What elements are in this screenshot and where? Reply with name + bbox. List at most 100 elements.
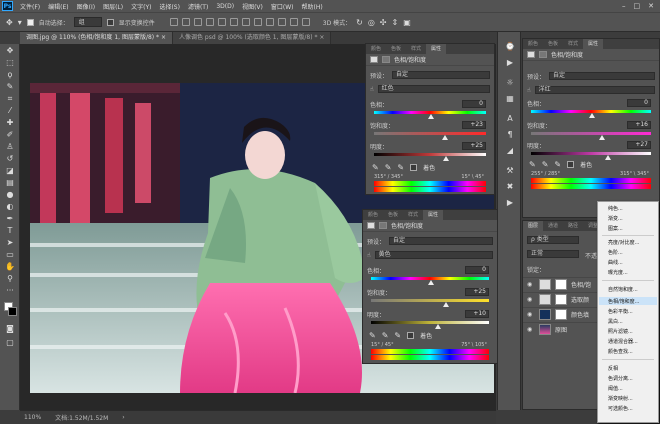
menu-layer[interactable]: 图层(L) bbox=[99, 2, 127, 11]
layer-filter-dropdown[interactable]: ρ 类型 bbox=[527, 236, 579, 244]
menu-item-threshold[interactable]: 阈值... bbox=[608, 385, 623, 392]
menu-item-posterize[interactable]: 色调分离... bbox=[608, 375, 633, 382]
close-window-button[interactable]: ✕ bbox=[648, 2, 654, 10]
show-transform-checkbox[interactable] bbox=[106, 18, 114, 26]
menu-edit[interactable]: 编辑(E) bbox=[44, 2, 72, 11]
saturation-value-input[interactable]: +25 bbox=[465, 288, 489, 296]
zoom-level[interactable]: 110% bbox=[24, 414, 41, 421]
pen-tool-icon[interactable]: ✒ bbox=[5, 214, 15, 223]
eyedropper-icon[interactable]: ✎ bbox=[372, 163, 379, 172]
quick-mask-icon[interactable]: ◙ bbox=[5, 324, 15, 333]
tab-color[interactable]: 颜色 bbox=[523, 39, 543, 49]
hue-slider-thumb[interactable] bbox=[428, 114, 434, 119]
menu-item-pattern[interactable]: 图案... bbox=[608, 225, 623, 232]
styles-icon[interactable]: ▦ bbox=[504, 94, 516, 104]
gradient-tool-icon[interactable]: ▤ bbox=[5, 178, 15, 187]
layer-mask-thumbnail[interactable] bbox=[555, 279, 567, 290]
tab-styles[interactable]: 样式 bbox=[406, 44, 426, 54]
timeline-icon[interactable]: ▶ bbox=[504, 198, 516, 208]
align-right-icon[interactable] bbox=[229, 18, 238, 26]
tab-channels[interactable]: 通道 bbox=[543, 221, 563, 231]
screen-mode-icon[interactable]: ▢ bbox=[5, 338, 15, 347]
eyedropper-subtract-icon[interactable]: ✎ bbox=[397, 163, 404, 172]
menu-item-gradient-map[interactable]: 渐变映射... bbox=[608, 395, 633, 402]
tab-paths[interactable]: 路径 bbox=[563, 221, 583, 231]
tab-swatches[interactable]: 色板 bbox=[386, 44, 406, 54]
menu-item-hue-saturation[interactable]: 色相/饱和度... bbox=[608, 298, 639, 305]
saturation-value-input[interactable]: +16 bbox=[627, 121, 651, 129]
mask-icon[interactable] bbox=[539, 51, 547, 58]
menu-select[interactable]: 选择(S) bbox=[155, 2, 184, 11]
hue-slider-thumb[interactable] bbox=[589, 113, 595, 118]
eyedropper-icon[interactable]: ✎ bbox=[529, 160, 536, 169]
tab-properties[interactable]: 属性 bbox=[423, 210, 444, 220]
menu-item-exposure[interactable]: 曝光度... bbox=[608, 269, 628, 276]
brush-tool-icon[interactable]: ✐ bbox=[5, 130, 15, 139]
brush-settings-icon[interactable]: ◢ bbox=[504, 146, 516, 156]
menu-item-curves[interactable]: 曲线... bbox=[608, 259, 623, 266]
quick-select-tool-icon[interactable]: ✎ bbox=[5, 82, 15, 91]
lightness-slider-thumb[interactable] bbox=[605, 155, 611, 160]
visibility-eye-icon[interactable]: ◉ bbox=[527, 311, 535, 318]
hue-value-input[interactable]: 0 bbox=[465, 266, 489, 274]
distribute-vcenter-icon[interactable] bbox=[253, 18, 262, 26]
layer-name[interactable]: 色相/饱 bbox=[571, 280, 591, 289]
hand-icon[interactable]: ☝ bbox=[527, 87, 531, 94]
lightness-slider-thumb[interactable] bbox=[435, 324, 441, 329]
eyedropper-subtract-icon[interactable]: ✎ bbox=[554, 160, 561, 169]
saturation-slider-thumb[interactable] bbox=[443, 302, 449, 307]
clone-stamp-tool-icon[interactable]: ♙ bbox=[5, 142, 15, 151]
type-tool-icon[interactable]: T bbox=[5, 226, 15, 235]
move-tool-icon[interactable]: ✥ bbox=[6, 18, 13, 27]
tab-properties[interactable]: 属性 bbox=[583, 39, 604, 49]
tab-layers[interactable]: 图层 bbox=[523, 221, 544, 231]
layer-mask-thumbnail[interactable] bbox=[555, 294, 567, 305]
menu-file[interactable]: 文件(F) bbox=[16, 2, 44, 11]
menu-item-levels[interactable]: 色阶... bbox=[608, 249, 623, 256]
layer-name[interactable]: 选取颜 bbox=[571, 295, 589, 304]
3d-orbit-icon[interactable]: ↻ bbox=[356, 18, 363, 27]
menu-item-invert[interactable]: 反相 bbox=[608, 365, 618, 372]
tab-properties[interactable]: 属性 bbox=[426, 44, 447, 54]
eyedropper-add-icon[interactable]: ✎ bbox=[385, 163, 392, 172]
color-range-bar[interactable] bbox=[371, 349, 489, 354]
menu-filter[interactable]: 滤镜(T) bbox=[184, 2, 212, 11]
minimize-button[interactable]: – bbox=[622, 2, 626, 10]
clone-source-icon[interactable]: ✖ bbox=[504, 182, 516, 192]
menu-image[interactable]: 图像(I) bbox=[73, 2, 99, 11]
lightness-value-input[interactable]: +10 bbox=[465, 310, 489, 318]
dodge-tool-icon[interactable]: ◐ bbox=[5, 202, 15, 211]
tab-styles[interactable]: 样式 bbox=[403, 210, 423, 220]
lightness-slider-thumb[interactable] bbox=[443, 156, 449, 161]
saturation-slider-thumb[interactable] bbox=[442, 135, 448, 140]
align-bottom-icon[interactable] bbox=[193, 18, 202, 26]
colorize-checkbox[interactable] bbox=[567, 160, 575, 168]
actions-icon[interactable]: ▶ bbox=[504, 58, 516, 68]
preset-dropdown[interactable]: 自定 bbox=[389, 237, 493, 245]
menu-item-black-white[interactable]: 黑白... bbox=[608, 318, 623, 325]
eraser-tool-icon[interactable]: ◪ bbox=[5, 166, 15, 175]
character-icon[interactable]: A bbox=[504, 114, 516, 124]
3d-scale-icon[interactable]: ▣ bbox=[403, 18, 411, 27]
tab-color[interactable]: 颜色 bbox=[366, 44, 386, 54]
visibility-eye-icon[interactable]: ◉ bbox=[527, 326, 535, 333]
3d-pan-icon[interactable]: ✣ bbox=[380, 18, 387, 27]
visibility-eye-icon[interactable]: ◉ bbox=[527, 296, 535, 303]
menu-item-solid-color[interactable]: 纯色... bbox=[608, 205, 623, 212]
hand-icon[interactable]: ☝ bbox=[370, 86, 374, 93]
lightness-value-input[interactable]: +27 bbox=[627, 141, 651, 149]
maximize-button[interactable]: □ bbox=[634, 2, 641, 10]
colorize-checkbox[interactable] bbox=[410, 163, 418, 171]
auto-select-dropdown[interactable]: 组 bbox=[73, 17, 102, 27]
blur-tool-icon[interactable]: ● bbox=[5, 190, 15, 199]
tab-swatches[interactable]: 色板 bbox=[383, 210, 403, 220]
lightness-slider[interactable] bbox=[531, 152, 651, 155]
3d-slide-icon[interactable]: ⇕ bbox=[392, 18, 399, 27]
distribute-bottom-icon[interactable] bbox=[265, 18, 274, 26]
hue-value-input[interactable]: 0 bbox=[462, 100, 486, 108]
channel-dropdown[interactable]: 黄色 bbox=[374, 251, 493, 259]
eyedropper-add-icon[interactable]: ✎ bbox=[542, 160, 549, 169]
hand-tool-icon[interactable]: ✋ bbox=[5, 262, 15, 271]
menu-view[interactable]: 视图(V) bbox=[238, 2, 267, 11]
eyedropper-subtract-icon[interactable]: ✎ bbox=[394, 331, 401, 340]
